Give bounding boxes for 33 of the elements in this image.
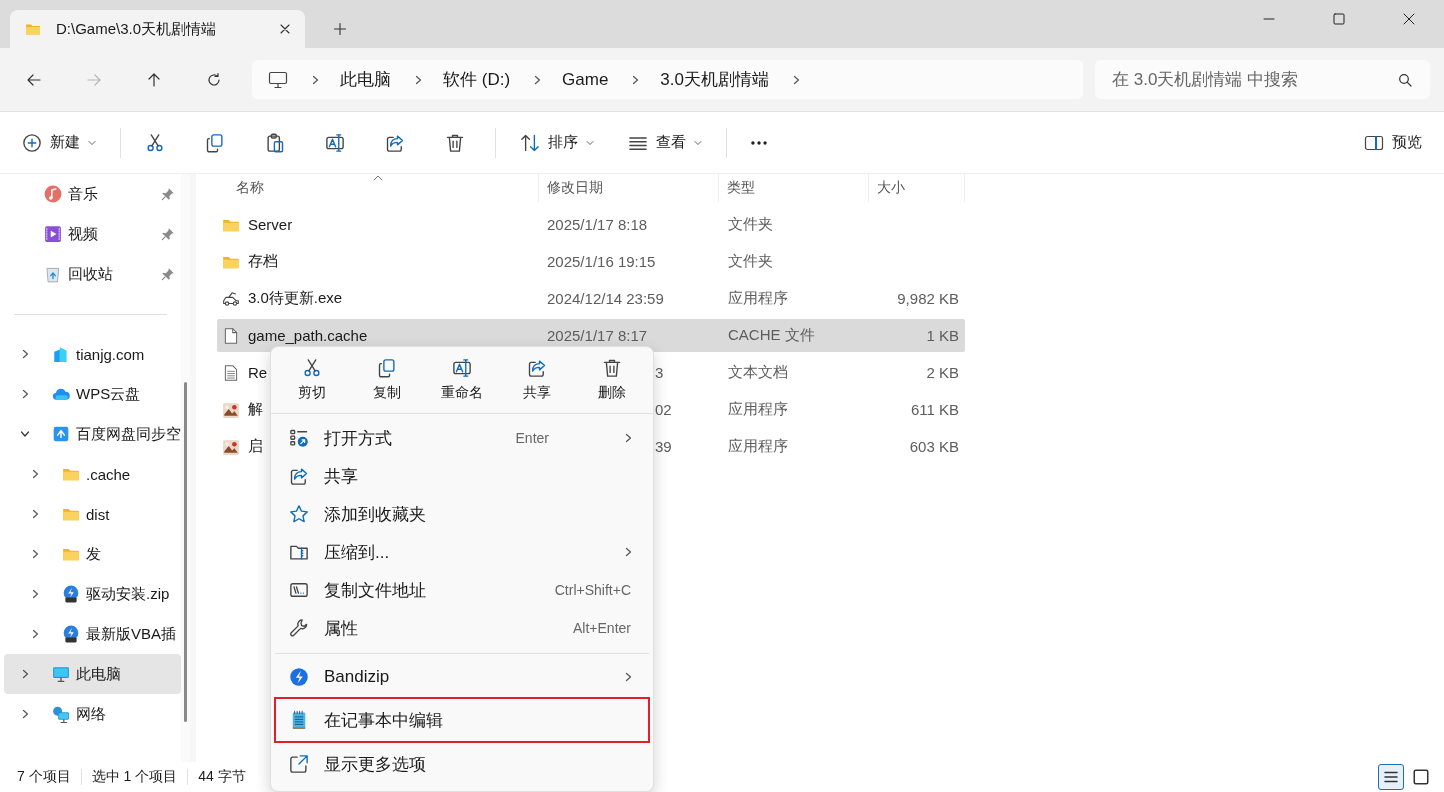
date-cell: 39: [655, 438, 672, 455]
type-cell: CACHE 文件: [728, 326, 815, 345]
file-name: Server: [248, 216, 293, 233]
size-cell: 1 KB: [926, 327, 959, 344]
date-cell: 3: [655, 364, 664, 381]
date-cell: 02: [655, 401, 672, 418]
date-cell: 2024/12/14 23:59: [547, 290, 664, 307]
type-cell: 文件夹: [728, 215, 773, 234]
size-cell: 611 KB: [910, 401, 959, 418]
file-name: game_path.cache: [248, 327, 368, 344]
date-cell: 2025/1/17 8:18: [547, 216, 648, 233]
status-text: 44 字节: [198, 768, 246, 786]
file-name: 3.0待更新.exe: [248, 289, 343, 308]
size-cell: 9,982 KB: [897, 290, 959, 307]
type-cell: 应用程序: [728, 400, 788, 419]
shortcut-text: Alt+Enter: [573, 620, 631, 636]
date-cell: 2025/1/16 19:15: [547, 253, 656, 270]
tab-title: D:\Game\3.0天机剧情端: [56, 19, 218, 39]
size-cell: 603 KB: [909, 438, 959, 455]
file-name: 启: [248, 437, 263, 456]
date-cell: 2025/1/17 8:17: [547, 327, 648, 344]
shortcut-text: Enter: [515, 430, 549, 446]
type-cell: 文本文档: [728, 363, 788, 382]
file-name: 存档: [248, 252, 278, 271]
shortcut-text: Ctrl+Shift+C: [554, 582, 631, 598]
type-cell: 应用程序: [728, 437, 788, 456]
type-cell: 文件夹: [728, 252, 773, 271]
status-text: 7 个项目: [17, 768, 71, 786]
file-name: 解: [248, 400, 263, 419]
file-name: Re: [248, 364, 268, 381]
size-cell: 2 KB: [926, 364, 959, 381]
status-text: 选中 1 个项目: [91, 768, 178, 786]
type-cell: 应用程序: [728, 289, 788, 308]
